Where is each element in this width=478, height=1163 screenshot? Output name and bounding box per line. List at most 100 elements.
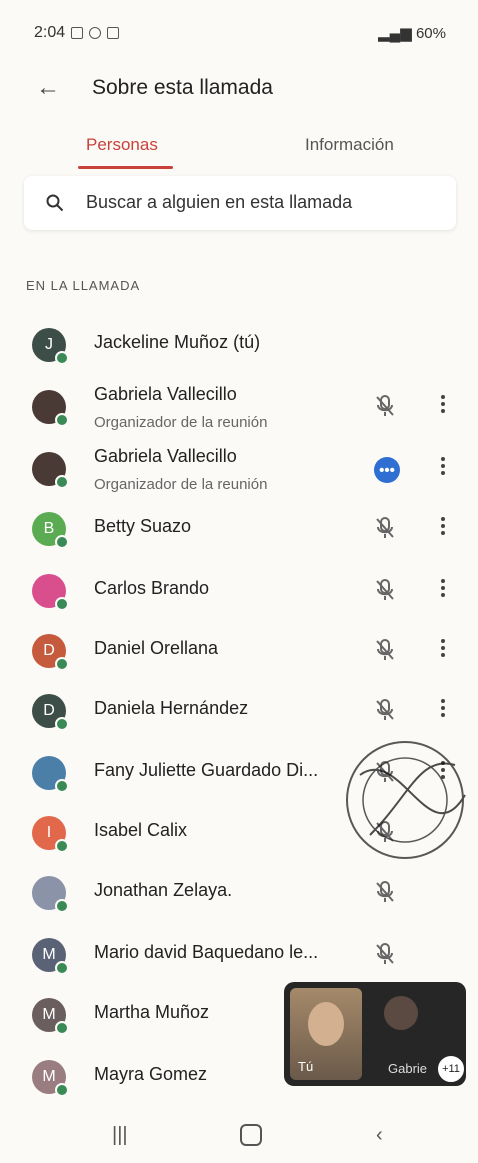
participant-row[interactable]: B Betty Suazo [0,496,478,556]
tab-informacion[interactable]: Información [305,135,394,155]
back-icon[interactable]: ‹ [376,1124,383,1147]
avatar-initial: I [46,824,52,841]
online-status-dot [55,899,69,913]
more-options-icon[interactable] [436,514,450,540]
message-icon [107,27,120,39]
mic-muted-icon[interactable] [374,880,396,909]
avatar-initial: M [42,1068,56,1085]
online-status-dot [55,475,69,489]
online-status-dot [55,351,69,365]
tab-personas[interactable]: Personas [86,135,158,155]
self-video-label: Tú [298,1059,314,1074]
online-status-dot [55,657,69,671]
participant-name: Mario david Baquedano le... [94,942,319,962]
search-bar[interactable] [24,176,456,230]
participant-name: Isabel Calix [94,820,188,840]
avatar [32,756,69,793]
participant-name: Fany Juliette Guardado Di... [94,760,319,780]
participant-name: Jonathan Zelaya. [94,880,233,900]
video-preview[interactable]: Tú Gabrie +11 [284,982,466,1086]
avatar-initial: M [42,1006,56,1023]
stamp-icon [346,741,466,859]
avatar [32,452,69,489]
home-icon[interactable] [240,1124,262,1146]
participant-name: Betty Suazo [94,516,192,536]
more-participants-badge: +11 [436,1054,466,1084]
status-bar: 2:04 ▂▄▆ 60% [0,0,478,64]
avatar: M [32,938,69,975]
back-arrow-icon[interactable]: ← [36,74,60,102]
online-status-dot [55,839,69,853]
recent-apps-icon[interactable]: ||| [112,1124,128,1147]
page-title: Sobre esta llamada [92,76,273,99]
participant-video-avatar [384,996,418,1030]
tab-active-indicator [78,166,173,169]
participant-name: Mayra Gomez [94,1064,208,1084]
online-status-dot [55,779,69,793]
mic-muted-icon[interactable] [374,516,396,545]
participant-role: Organizador de la reunión [94,414,268,431]
avatar-initial: M [42,946,56,963]
online-status-dot [55,413,69,427]
signal-icon: ▂▄▆ [378,25,416,42]
avatar: J [32,328,69,365]
participant-name: Daniel Orellana [94,638,219,658]
battery-level: 60% [415,25,446,42]
online-status-dot [55,717,69,731]
more-options-icon[interactable] [436,454,450,480]
avatar-initial: D [43,702,55,719]
more-options-icon[interactable] [436,392,450,418]
more-options-icon[interactable] [436,636,450,662]
notification-icon [71,27,84,39]
avatar-initial: D [43,642,55,659]
participant-name: Gabriela Vallecillo [94,446,237,466]
participant-video-label: Gabrie [388,1061,428,1076]
system-nav-bar: ||| ‹ [0,1110,478,1163]
online-status-dot [55,1083,69,1097]
participant-role: Organizador de la reunión [94,476,268,493]
status-time: 2:04 [34,24,66,41]
mic-muted-icon[interactable] [374,578,396,607]
self-video: Tú [290,988,362,1080]
participant-row[interactable]: J Jackeline Muñoz (tú) [0,312,478,372]
mic-muted-icon[interactable] [374,942,396,971]
self-video-face [308,1002,344,1046]
avatar: D [32,634,69,671]
avatar: D [32,694,69,731]
more-options-icon[interactable] [436,696,450,722]
online-status-dot [55,1021,69,1035]
participant-name: Martha Muñoz [94,1002,210,1022]
avatar: M [32,998,69,1035]
participant-row[interactable]: D Daniela Hernández [0,678,478,738]
avatar [32,390,69,427]
avatar [32,876,69,913]
participant-name: Daniela Hernández [94,698,249,718]
section-label: EN LA LLAMADA [26,278,141,293]
avatar: M [32,1060,69,1097]
participant-row[interactable]: M Mario david Baquedano le... [0,922,478,982]
search-input[interactable] [84,186,448,218]
participant-row[interactable]: Gabriela Vallecillo Organizador de la reu… [0,436,478,496]
search-icon [46,194,64,212]
mic-muted-icon[interactable] [374,638,396,667]
whatsapp-icon [89,27,102,39]
avatar: I [32,816,69,853]
online-status-dot [55,535,69,549]
participant-name: Gabriela Vallecillo [94,384,237,404]
participant-name: Jackeline Muñoz (tú) [94,332,261,352]
avatar-initial: B [43,520,55,537]
speaking-indicator-icon: ••• [374,457,400,483]
mic-muted-icon[interactable] [374,698,396,727]
participant-row[interactable]: Jonathan Zelaya. [0,860,478,920]
more-options-icon[interactable] [436,576,450,602]
tabs: Personas Información [0,127,478,173]
participant-row[interactable]: D Daniel Orellana [0,618,478,678]
mic-muted-icon[interactable] [374,394,396,423]
online-status-dot [55,961,69,975]
participant-row[interactable]: Carlos Brando [0,558,478,618]
participant-row[interactable]: Gabriela Vallecillo Organizador de la reu… [0,374,478,434]
avatar: B [32,512,69,549]
avatar-initial: J [45,336,53,353]
participant-name: Carlos Brando [94,578,210,598]
header: ← Sobre esta llamada [0,64,478,114]
